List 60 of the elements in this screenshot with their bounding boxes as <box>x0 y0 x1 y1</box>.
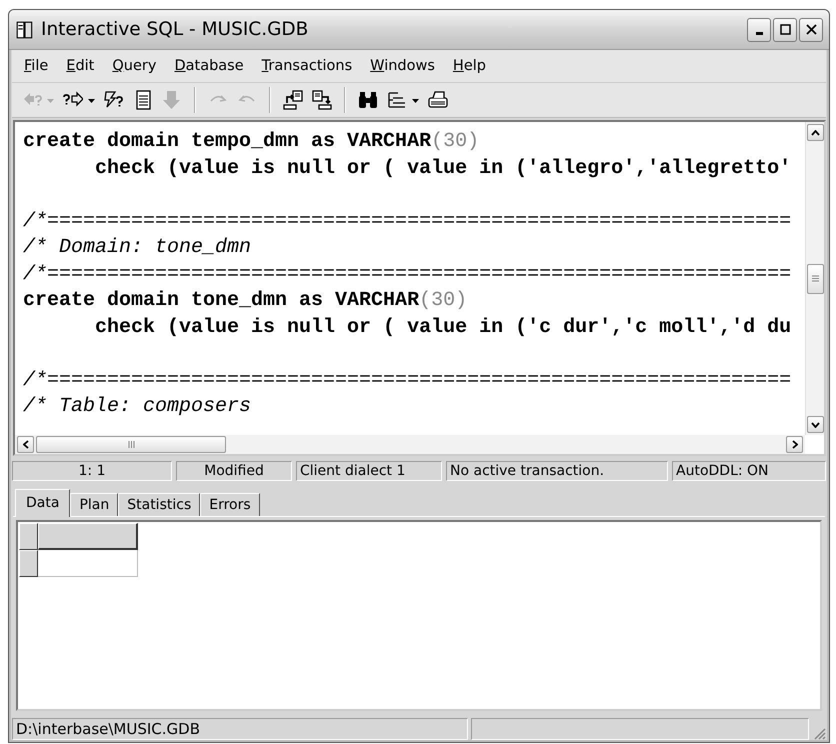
menu-item[interactable]: Database <box>166 57 252 75</box>
menu-item[interactable]: Windows <box>362 57 443 75</box>
code-number: (30) <box>431 130 480 153</box>
up-chevron-icon <box>810 130 820 136</box>
printer-icon[interactable] <box>428 90 448 110</box>
scroll-left-button[interactable] <box>17 436 34 453</box>
sql-editor[interactable] <box>13 120 826 456</box>
menu-item[interactable]: File <box>16 57 56 75</box>
database-icon <box>15 20 35 40</box>
scroll-up-button[interactable] <box>806 124 824 141</box>
resize-grip-icon[interactable] <box>812 726 826 740</box>
column-header[interactable] <box>38 523 138 550</box>
tab[interactable]: Errors <box>200 493 260 516</box>
menu-item[interactable]: Help <box>444 57 494 75</box>
close-icon <box>806 24 816 35</box>
status-panel: 1: 1 <box>12 461 172 481</box>
code-comment: /*============================================================== <box>23 262 792 286</box>
down-chevron-icon <box>810 422 820 428</box>
status-panel: AutoDDL: ON <box>672 461 826 481</box>
scroll-thumb[interactable] <box>36 436 226 453</box>
code-text: create domain tone_dmn as VARCHAR <box>23 289 420 312</box>
code-text: check (value is null or ( value in ('allegro','allegretto' <box>94 156 792 180</box>
lightning-help-icon[interactable] <box>104 90 124 110</box>
code-comment: /* Domain: tone_dmn <box>23 236 252 259</box>
status-panel: Client dialect 1 <box>296 461 442 481</box>
code-comment: /*============================================================== <box>23 368 792 392</box>
tree-icon[interactable] <box>387 90 407 110</box>
binoculars-icon[interactable] <box>358 90 378 110</box>
status-panel: Modified <box>176 461 292 481</box>
row-indicator <box>19 550 38 577</box>
menu-item[interactable]: Edit <box>58 57 102 75</box>
status-panel: No active transaction. <box>446 461 668 481</box>
scroll-right-button[interactable] <box>786 436 803 453</box>
code-comment: /*============================================================== <box>23 210 792 232</box>
code-comment: /* Table: composers <box>23 395 252 418</box>
status-panel: D:\interbase\MUSIC.GDB <box>12 718 468 740</box>
tab[interactable]: Plan <box>70 493 118 516</box>
menu-item[interactable]: Transactions <box>254 57 360 75</box>
scroll-down-button[interactable] <box>806 416 824 433</box>
close-button[interactable] <box>799 18 823 42</box>
horizontal-scrollbar[interactable] <box>15 435 805 454</box>
right-chevron-icon <box>792 440 798 449</box>
tab[interactable]: Data <box>15 489 70 517</box>
grid-cell[interactable] <box>38 550 138 577</box>
minimize-button[interactable] <box>747 18 771 42</box>
maximize-button[interactable] <box>773 18 797 42</box>
tab[interactable]: Statistics <box>118 493 200 516</box>
vertical-scrollbar[interactable] <box>805 122 824 435</box>
window-title: Interactive SQL - MUSIC.GDB <box>41 19 310 40</box>
code-text: check (value is null or ( value in ('c dur','c moll','d du <box>94 316 792 338</box>
left-chevron-icon <box>22 440 28 449</box>
download-document-icon[interactable] <box>312 90 332 110</box>
menu-item[interactable]: Query <box>104 57 164 75</box>
row-indicator <box>19 523 38 550</box>
code-number: (30) <box>419 289 468 312</box>
scroll-thumb[interactable] <box>806 264 824 294</box>
maximize-icon <box>780 24 790 35</box>
upload-document-icon[interactable] <box>283 90 303 110</box>
minimize-icon <box>756 32 762 35</box>
code-text: create domain tempo_dmn as VARCHAR <box>23 130 432 153</box>
